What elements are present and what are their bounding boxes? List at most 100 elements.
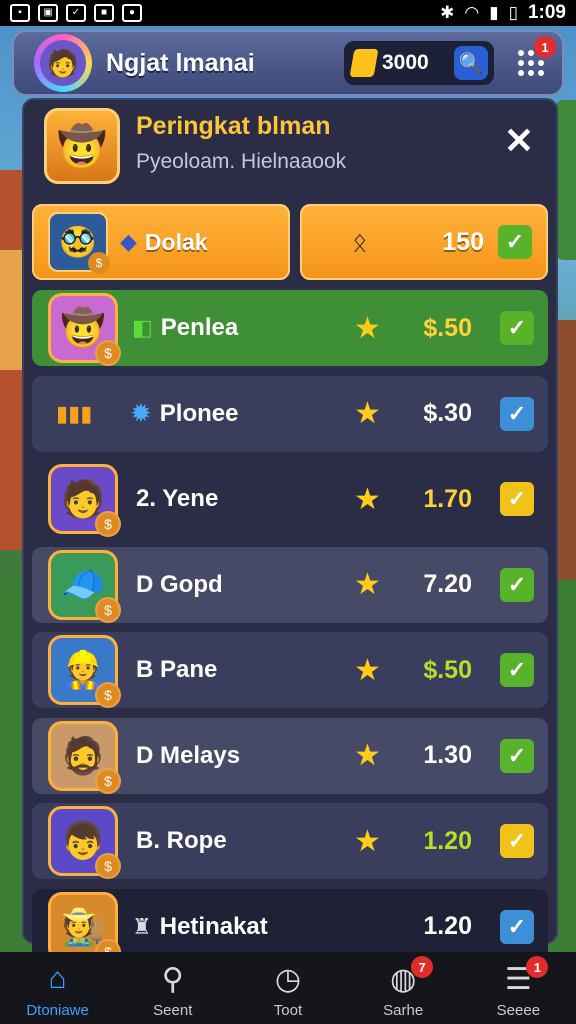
leaderboard-panel: 🤠 Peringkat blman Pyeoloam. Hielnaaook ✕… xyxy=(22,98,558,965)
search-icon: 🔍 xyxy=(458,52,484,75)
status-left-icons: ▪ ▣ ✓ ■ ● xyxy=(10,4,142,22)
nav-label: Seeee xyxy=(496,1002,541,1019)
player-name: 2. Yene xyxy=(136,485,219,512)
leaderboard-row[interactable]: 🤠 $ ◧ Penlea ★ $.50 ✓ xyxy=(32,290,548,366)
check-icon[interactable]: ✓ xyxy=(500,738,534,773)
coin-badge-icon: $ xyxy=(95,682,121,708)
status-bar: ▪ ▣ ✓ ■ ● ✱ ◠ ▮ ▯ 1:09 xyxy=(0,0,576,26)
player-thumbnail: 🧑 $ xyxy=(48,464,121,537)
leaderboard-row[interactable]: 🧑 $ 2. Yene ★ 1.70 ✓ xyxy=(32,461,548,537)
player-score: 1.30 xyxy=(423,741,472,769)
highlight-value: 150 xyxy=(442,227,484,256)
check-icon[interactable]: ✓ xyxy=(500,482,534,516)
close-button[interactable]: ✕ xyxy=(504,123,534,159)
clock-icon: ◷ xyxy=(274,963,302,996)
player-avatar[interactable]: 🧑 xyxy=(34,34,92,92)
highlight-right-card[interactable]: ᛟ 150 ✓ xyxy=(300,204,548,280)
coin-value: 3000 xyxy=(382,51,429,74)
player-thumbnail: 👷 $ xyxy=(48,635,121,708)
player-thumbnail: 👦 $ xyxy=(48,806,121,879)
player-name: B Pane xyxy=(136,656,218,683)
flag-icon: ◧ xyxy=(132,315,153,340)
nav-item-globe[interactable]: ◍ Sarhe 7 xyxy=(353,956,453,1019)
panel-title: Peringkat blman xyxy=(136,112,331,140)
coin-badge-icon: $ xyxy=(95,596,121,623)
check-icon[interactable]: ✓ xyxy=(498,225,532,259)
player-name: D Melays xyxy=(136,741,241,769)
player-thumbnail: 🧑‍🌾$ xyxy=(48,891,121,965)
status-right-icons: ✱ ◠ ▮ ▯ 1:09 xyxy=(440,2,566,24)
nav-item-search[interactable]: ⚲ Seent xyxy=(123,962,223,1019)
check-icon[interactable]: ✓ xyxy=(500,824,534,858)
nav-label: Toot xyxy=(273,1002,303,1019)
avatar-face-icon: 🧑 xyxy=(40,40,86,86)
player-score: 1.20 xyxy=(423,912,472,940)
player-name: Penlea xyxy=(160,314,239,341)
header-notification-badge: 1 xyxy=(534,36,556,58)
notification-icon: ▪ xyxy=(10,4,30,22)
bluetooth-icon: ✱ xyxy=(440,3,455,22)
nav-label: Seent xyxy=(153,1002,193,1019)
check-icon[interactable]: ✓ xyxy=(500,653,534,687)
star-icon: ★ xyxy=(354,653,381,687)
star-icon: ★ xyxy=(354,482,381,516)
leaderboard-row[interactable]: ▮▮▮ ✹ Plonee ★ $.30 ✓ xyxy=(32,375,548,452)
app-icon: ● xyxy=(122,4,142,22)
star-icon: ★ xyxy=(354,568,381,601)
player-name: B. Rope xyxy=(136,827,227,854)
player-name: D Gopd xyxy=(136,570,223,598)
panel-subtitle: Pyeoloam. Hielnaaook xyxy=(136,150,347,173)
home-icon: ⌂ xyxy=(48,962,67,995)
check-icon[interactable]: ✓ xyxy=(500,909,534,944)
player-score: $.50 xyxy=(423,655,472,684)
signal-icon: ▮ xyxy=(489,3,499,22)
trophy-icon: ♜ xyxy=(132,913,152,939)
leaderboard-row[interactable]: 👦 $ B. Rope ★ 1.20 ✓ xyxy=(32,803,548,879)
highlight-avatar: 🥸 $ xyxy=(48,212,110,274)
player-thumbnail: 🤠 $ xyxy=(48,293,121,366)
player-thumbnail: 🧢 $ xyxy=(48,549,121,623)
nav-badge: 7 xyxy=(411,956,434,978)
leaderboard-row[interactable]: 🧔 $ D Melays ★ 1.30 ✓ xyxy=(32,717,548,794)
player-name: Hetinakat xyxy=(159,912,268,940)
coin-badge-icon: $ xyxy=(95,340,121,366)
check-icon[interactable]: ✓ xyxy=(500,567,534,602)
top-highlight-row: 🥸 $ ◆ Dolak ᛟ 150 ✓ xyxy=(32,204,548,280)
panel-header: 🤠 Peringkat blman Pyeoloam. Hielnaaook ✕ xyxy=(24,100,556,198)
battery-icon: ▯ xyxy=(508,3,518,22)
leaderboard-row[interactable]: 👷 $ B Pane ★ $.50 ✓ xyxy=(32,632,548,708)
nav-item-menu[interactable]: ☰ Seeee 1 xyxy=(468,956,568,1019)
player-thumbnail: 🧔 $ xyxy=(48,720,121,794)
wifi-icon: ◠ xyxy=(464,3,480,22)
status-time: 1:09 xyxy=(527,2,566,23)
leaderboard-row[interactable]: 🧢 $ D Gopd ★ 7.20 ✓ xyxy=(32,546,548,623)
nav-item-clock[interactable]: ◷ Toot xyxy=(238,962,338,1019)
star-icon: ★ xyxy=(354,824,381,858)
coin-badge-icon: $ xyxy=(95,511,121,537)
player-score: $.50 xyxy=(423,313,472,342)
check-icon[interactable]: ✓ xyxy=(500,396,534,431)
image-icon: ▣ xyxy=(38,4,58,22)
highlight-left-card[interactable]: 🥸 $ ◆ Dolak xyxy=(32,204,290,280)
menu-button[interactable]: 1 xyxy=(516,36,556,78)
background-house-window xyxy=(0,250,22,370)
header-title: Ngjat lmanai xyxy=(106,48,255,77)
check-icon: ✓ xyxy=(66,4,86,22)
nav-label: Sarhe xyxy=(383,1002,424,1019)
search-button[interactable]: 🔍 xyxy=(454,46,488,80)
nav-item-home[interactable]: ⌂ Dtoniawe xyxy=(8,962,108,1019)
nav-badge: 1 xyxy=(526,956,549,978)
coin-counter[interactable]: 3000 🔍 xyxy=(344,41,494,85)
panel-avatar: 🤠 xyxy=(44,108,120,184)
nav-label: Dtoniawe xyxy=(26,1002,89,1019)
coin-icon xyxy=(349,49,379,77)
gear-icon: ✹ xyxy=(130,398,152,428)
bar-chart-icon: ▮▮▮ xyxy=(56,400,93,426)
coin-badge-icon: $ xyxy=(88,252,110,274)
square-icon: ■ xyxy=(94,4,114,22)
star-icon: ★ xyxy=(354,397,381,430)
coin-badge-icon: $ xyxy=(95,767,121,794)
star-icon: ★ xyxy=(354,311,381,345)
player-score: $.30 xyxy=(423,399,472,427)
check-icon[interactable]: ✓ xyxy=(500,311,534,345)
